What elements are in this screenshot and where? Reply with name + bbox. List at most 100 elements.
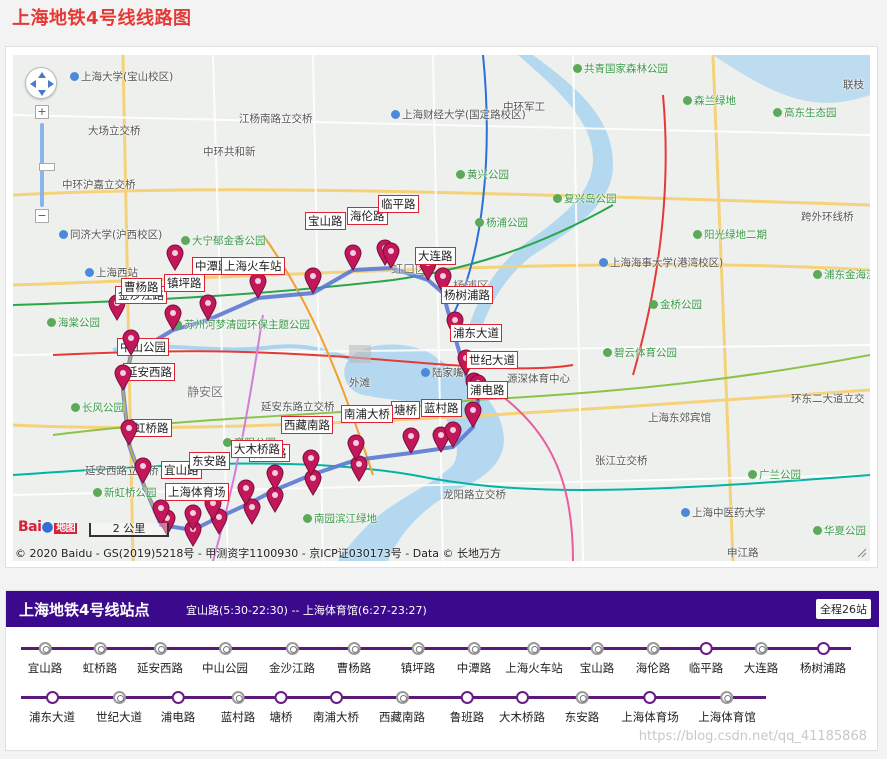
station-dot-icon	[329, 691, 343, 704]
station-item[interactable]: 东安路	[565, 691, 599, 725]
station-item[interactable]: 杨树浦路	[800, 642, 846, 676]
station-panel-title: 上海地铁4号线站点	[19, 601, 150, 619]
transfer-station-icon	[231, 691, 245, 704]
station-panel-header: 上海地铁4号线站点 宜山路(5:30-22:30) -- 上海体育馆(6:27-…	[6, 591, 879, 627]
station-item[interactable]: 上海体育馆	[698, 691, 756, 725]
transfer-station-icon	[218, 642, 232, 655]
transfer-station-icon	[93, 642, 107, 655]
transfer-station-icon	[112, 691, 126, 704]
map-pin-icon[interactable]	[198, 293, 218, 321]
resize-icon[interactable]	[857, 548, 867, 558]
station-item[interactable]: 金沙江路	[269, 642, 315, 676]
station-name: 大木桥路	[499, 710, 545, 724]
station-map-label: 浦东大道	[450, 324, 502, 342]
transfer-station-icon	[646, 642, 660, 655]
zoom-out-button[interactable]: −	[35, 209, 49, 223]
station-name: 鲁班路	[449, 710, 485, 724]
station-item[interactable]: 大木桥路	[499, 691, 545, 725]
station-name: 镇坪路	[400, 661, 436, 675]
map-pin-icon[interactable]	[121, 328, 141, 356]
station-name: 上海体育场	[621, 710, 679, 724]
map-pin-icon[interactable]	[163, 303, 183, 331]
map-pin-icon[interactable]	[401, 426, 421, 454]
station-dot-icon	[45, 691, 59, 704]
station-name: 杨树浦路	[800, 661, 846, 675]
station-item[interactable]: 临平路	[688, 642, 724, 676]
station-item[interactable]: 镇坪路	[400, 642, 436, 676]
station-name: 临平路	[688, 661, 724, 675]
station-name: 虹桥路	[82, 661, 118, 675]
map-pin-icon[interactable]	[443, 420, 463, 448]
scale-bar: 2 公里	[89, 523, 169, 537]
station-dot-icon	[515, 691, 529, 704]
station-name: 南浦大桥	[313, 710, 359, 724]
station-map-label: 世纪大道	[466, 351, 518, 369]
station-dot-icon	[699, 642, 713, 655]
station-item[interactable]: 上海火车站	[505, 642, 563, 676]
map-pin-icon[interactable]	[133, 456, 153, 484]
station-item[interactable]: 中山公园	[202, 642, 248, 676]
station-item[interactable]: 世纪大道	[96, 691, 142, 725]
map-pin-icon[interactable]	[343, 243, 363, 271]
zoom-control: + −	[35, 105, 55, 227]
station-item[interactable]: 中潭路	[456, 642, 492, 676]
station-item[interactable]: 虹桥路	[82, 642, 118, 676]
zoom-slider-handle[interactable]	[39, 163, 55, 171]
zoom-in-button[interactable]: +	[35, 105, 49, 119]
station-name: 宝山路	[579, 661, 615, 675]
transfer-station-icon	[590, 642, 604, 655]
station-item[interactable]: 曹杨路	[336, 642, 372, 676]
map-pin-icon[interactable]	[113, 363, 133, 391]
station-item[interactable]: 大连路	[744, 642, 778, 676]
station-item[interactable]: 浦东大道	[29, 691, 75, 725]
watermark: https://blog.csdn.net/qq_41185868	[638, 729, 867, 744]
map-pin-icon[interactable]	[265, 463, 285, 491]
station-item[interactable]: 南浦大桥	[313, 691, 359, 725]
station-item[interactable]: 蓝村路	[221, 691, 255, 725]
station-name: 海伦路	[635, 661, 671, 675]
station-name: 浦东大道	[29, 710, 75, 724]
map-pin-icon[interactable]	[303, 266, 323, 294]
station-dot-icon	[816, 642, 830, 655]
baidu-map[interactable]: 静安区 虹口区 杨浦区 上海大学(宝山校区) 大场立交桥 江杨南路立交桥 中环共…	[13, 55, 870, 561]
station-item[interactable]: 鲁班路	[449, 691, 485, 725]
station-map-label: 曹杨路	[121, 278, 162, 296]
service-times: 宜山路(5:30-22:30) -- 上海体育馆(6:27-23:27)	[186, 604, 427, 617]
station-item[interactable]: 塘桥	[270, 691, 293, 725]
station-dot-icon	[643, 691, 657, 704]
pan-control[interactable]	[25, 67, 57, 99]
station-dot-icon	[274, 691, 288, 704]
station-item[interactable]: 海伦路	[635, 642, 671, 676]
map-pin-icon[interactable]	[346, 433, 366, 461]
map-pin-icon[interactable]	[463, 400, 483, 428]
station-name: 曹杨路	[336, 661, 372, 675]
map-pin-icon[interactable]	[301, 448, 321, 476]
station-map-label: 上海体育场	[165, 483, 229, 501]
station-item[interactable]: 宜山路	[28, 642, 62, 676]
station-map-label: 塘桥	[391, 401, 420, 419]
map-pin-icon[interactable]	[119, 418, 139, 446]
pan-arrows-icon	[30, 72, 54, 96]
zoom-slider-track[interactable]	[39, 123, 55, 207]
station-item[interactable]: 宝山路	[579, 642, 615, 676]
station-name: 西藏南路	[379, 710, 425, 724]
map-pin-icon[interactable]	[151, 498, 171, 526]
station-name: 中潭路	[456, 661, 492, 675]
map-pin-icon[interactable]	[183, 503, 203, 531]
station-map-label: 临平路	[378, 195, 419, 213]
map-pin-icon[interactable]	[381, 241, 401, 269]
station-map-label: 大连路	[415, 247, 456, 265]
map-panel: 静安区 虹口区 杨浦区 上海大学(宝山校区) 大场立交桥 江杨南路立交桥 中环共…	[5, 46, 878, 568]
map-pin-icon[interactable]	[248, 271, 268, 299]
transfer-station-icon	[527, 642, 541, 655]
station-count-badge: 全程26站	[816, 599, 871, 619]
transfer-station-icon	[38, 642, 52, 655]
map-pin-icon[interactable]	[236, 478, 256, 506]
map-pin-icon[interactable]	[165, 243, 185, 271]
station-item[interactable]: 延安西路	[137, 642, 183, 676]
station-item[interactable]: 上海体育场	[621, 691, 679, 725]
station-item[interactable]: 西藏南路	[379, 691, 425, 725]
transfer-station-icon	[411, 642, 425, 655]
map-copyright: © 2020 Baidu - GS(2019)5218号 - 甲测资字11009…	[15, 547, 502, 560]
station-item[interactable]: 浦电路	[161, 691, 195, 725]
